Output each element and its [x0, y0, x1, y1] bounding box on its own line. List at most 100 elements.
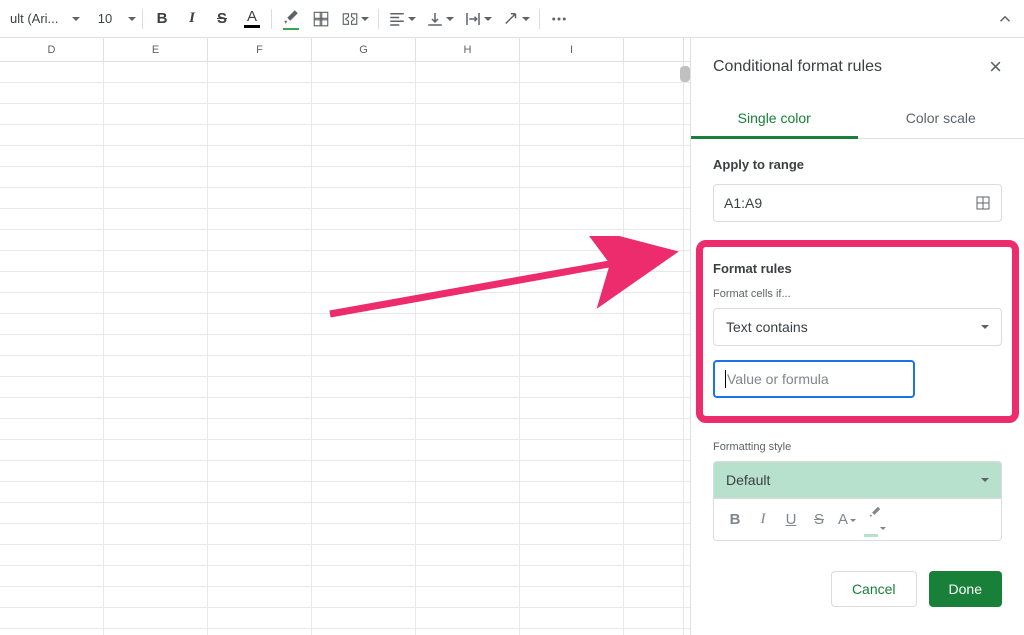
cell[interactable] — [0, 104, 104, 124]
cell[interactable] — [312, 230, 416, 250]
cell[interactable] — [416, 314, 520, 334]
cell[interactable] — [416, 356, 520, 376]
cell[interactable] — [624, 314, 684, 334]
condition-select[interactable]: Text contains — [713, 308, 1002, 346]
spreadsheet-area[interactable]: D E F G H I — [0, 38, 690, 635]
cell[interactable] — [208, 629, 312, 635]
italic-button[interactable]: I — [179, 6, 205, 32]
cell[interactable] — [416, 209, 520, 229]
cell[interactable] — [520, 188, 624, 208]
cell[interactable] — [416, 461, 520, 481]
cell[interactable] — [416, 440, 520, 460]
cell[interactable] — [624, 419, 684, 439]
cell[interactable] — [208, 62, 312, 82]
cell[interactable] — [520, 167, 624, 187]
cell[interactable] — [312, 293, 416, 313]
cell[interactable] — [416, 524, 520, 544]
horizontal-align-button[interactable] — [385, 6, 419, 32]
cell[interactable] — [104, 104, 208, 124]
cell[interactable] — [416, 419, 520, 439]
cell[interactable] — [624, 440, 684, 460]
cell[interactable] — [0, 188, 104, 208]
bold-button[interactable]: B — [149, 6, 175, 32]
cell[interactable] — [416, 608, 520, 628]
cell[interactable] — [104, 524, 208, 544]
cell[interactable] — [624, 629, 684, 635]
cell[interactable] — [624, 209, 684, 229]
cell[interactable] — [312, 419, 416, 439]
cell[interactable] — [208, 167, 312, 187]
cell[interactable] — [520, 335, 624, 355]
cell[interactable] — [520, 587, 624, 607]
cell[interactable] — [208, 503, 312, 523]
cell[interactable] — [312, 104, 416, 124]
col-header[interactable]: G — [312, 38, 416, 61]
cell[interactable] — [104, 209, 208, 229]
cell[interactable] — [0, 482, 104, 502]
cell[interactable] — [416, 230, 520, 250]
cell[interactable] — [0, 587, 104, 607]
cell[interactable] — [416, 398, 520, 418]
cell[interactable] — [624, 482, 684, 502]
strikethrough-button[interactable]: S — [209, 6, 235, 32]
font-selector[interactable]: ult (Ari... — [6, 6, 84, 32]
cell[interactable] — [104, 188, 208, 208]
underline-format[interactable]: U — [780, 511, 802, 528]
value-input[interactable]: Value or formula — [713, 360, 915, 398]
cell[interactable] — [208, 461, 312, 481]
cell[interactable] — [312, 62, 416, 82]
cell[interactable] — [0, 545, 104, 565]
cell[interactable] — [0, 83, 104, 103]
cell[interactable] — [624, 104, 684, 124]
cell[interactable] — [0, 398, 104, 418]
cell[interactable] — [104, 272, 208, 292]
cell[interactable] — [416, 62, 520, 82]
cell[interactable] — [624, 545, 684, 565]
cell[interactable] — [208, 377, 312, 397]
col-header[interactable]: H — [416, 38, 520, 61]
cell[interactable] — [208, 608, 312, 628]
cell[interactable] — [624, 167, 684, 187]
bold-format[interactable]: B — [724, 511, 746, 528]
cell[interactable] — [312, 377, 416, 397]
wrap-text-button[interactable] — [461, 6, 495, 32]
cell[interactable] — [208, 587, 312, 607]
cell[interactable] — [312, 587, 416, 607]
cell[interactable] — [416, 503, 520, 523]
cell[interactable] — [520, 440, 624, 460]
cell[interactable] — [520, 230, 624, 250]
cell[interactable] — [520, 314, 624, 334]
cell[interactable] — [312, 146, 416, 166]
cell[interactable] — [104, 62, 208, 82]
cell[interactable] — [208, 125, 312, 145]
cell[interactable] — [0, 335, 104, 355]
fill-color-button[interactable] — [278, 6, 304, 32]
fontsize-selector[interactable]: 10 — [88, 6, 136, 32]
cell[interactable] — [0, 314, 104, 334]
cell[interactable] — [208, 524, 312, 544]
cell[interactable] — [104, 83, 208, 103]
cell[interactable] — [624, 251, 684, 271]
cell[interactable] — [416, 482, 520, 502]
col-header[interactable]: I — [520, 38, 624, 61]
cell[interactable] — [624, 587, 684, 607]
italic-format[interactable]: I — [752, 511, 774, 528]
cell[interactable] — [104, 545, 208, 565]
cell[interactable] — [520, 209, 624, 229]
cell[interactable] — [0, 293, 104, 313]
cell[interactable] — [624, 125, 684, 145]
cell[interactable] — [312, 566, 416, 586]
cell[interactable] — [0, 524, 104, 544]
cell[interactable] — [208, 230, 312, 250]
cell[interactable] — [520, 83, 624, 103]
cell[interactable] — [624, 188, 684, 208]
cell[interactable] — [624, 356, 684, 376]
cell[interactable] — [208, 251, 312, 271]
cell[interactable] — [208, 83, 312, 103]
strike-format[interactable]: S — [808, 511, 830, 528]
cell[interactable] — [624, 524, 684, 544]
cell[interactable] — [104, 230, 208, 250]
more-button[interactable] — [546, 6, 572, 32]
cell[interactable] — [520, 293, 624, 313]
cell[interactable] — [624, 608, 684, 628]
